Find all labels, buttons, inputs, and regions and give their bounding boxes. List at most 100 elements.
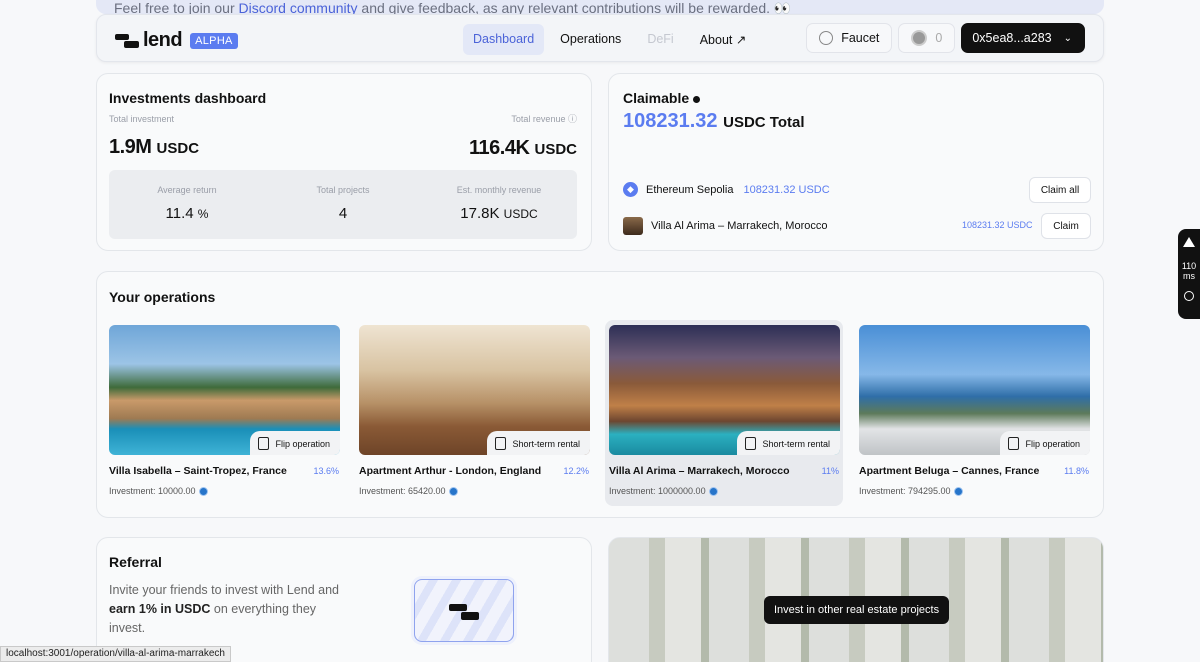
usdc-icon [198,486,208,496]
claim-row-property: Villa Al Arima – Marrakech, Morocco [623,217,827,235]
network-name: Ethereum Sepolia [646,183,734,196]
stat-label: Total projects [316,185,370,195]
faucet-label: Faucet [841,31,880,45]
claim-row-network: ◆ Ethereum Sepolia 108231.32 USDC [623,182,830,197]
claim-all-button[interactable]: Claim all [1029,177,1091,203]
operation-investment: Investment: 1000000.00 [609,486,718,496]
info-icon[interactable] [693,95,701,103]
operation-image: Short-term rental [609,325,840,455]
faucet-button[interactable]: Faucet [806,23,893,53]
ethereum-icon: ◆ [623,182,638,197]
stat-label: Est. monthly revenue [456,185,542,195]
status-bar-url: localhost:3001/operation/villa-al-arima-… [0,646,231,662]
operation-type-badge: Short-term rental [487,431,590,455]
referral-title: Referral [109,554,162,570]
devtools-widget[interactable]: 110 ms [1178,229,1200,319]
operation-type: Short-term rental [762,438,830,449]
devtools-value: 110 [1181,261,1197,271]
operation-investment: Investment: 65420.00 [359,486,458,496]
discord-link[interactable]: Discord community [239,0,358,14]
operation-yield: 12.2% [563,466,589,476]
operation-type-badge: Flip operation [1000,431,1090,455]
total-revenue-value: 116.4K [469,137,530,159]
devtools-unit: ms [1183,271,1195,281]
info-icon[interactable]: ⓘ [568,114,577,124]
points-button[interactable]: 0 [898,23,956,53]
total-investment: Total investment 1.9M USDC [109,114,199,159]
wallet-address: 0x5ea8...a283 [972,31,1052,45]
operation-title: Villa Isabella – Saint-Tropez, France [109,465,287,477]
operation-title: Apartment Beluga – Cannes, France [859,465,1040,477]
property-thumbnail [623,217,643,235]
stat-value: 11.4 [165,205,194,222]
points-value: 0 [935,31,943,45]
stats-panel: Average return 11.4 % Total projects 4 E… [109,170,577,239]
referral-description: Invite your friends to invest with Lend … [109,583,339,635]
dashboard-title: Investments dashboard [109,90,267,106]
stat-average-return: Average return 11.4 % [109,170,265,239]
claimable-total-value: 108231.32 [623,110,718,132]
document-icon [1008,437,1020,450]
lend-logo-icon [115,33,139,48]
operation-investment: Investment: 10000.00 [109,486,208,496]
operation-title: Villa Al Arima – Marrakech, Morocco [609,465,790,477]
stat-monthly-revenue: Est. monthly revenue 17.8K USDC [421,170,577,239]
nav-about[interactable]: About ↗ [690,24,757,55]
total-revenue-unit: USDC [534,141,577,158]
top-navbar: lend ALPHA Dashboard Operations DeFi Abo… [96,14,1104,62]
document-icon [495,437,507,450]
coin-icon [911,30,928,46]
network-amount: 108231.32 USDC [743,183,830,196]
invest-more-card[interactable]: Invest in other real estate projects [608,537,1104,662]
operation-image: Flip operation [109,325,340,455]
nav-dashboard[interactable]: Dashboard [463,24,545,55]
your-operations: Your operations Flip operation Villa Isa… [96,271,1104,518]
document-icon [258,437,270,450]
investments-dashboard: Investments dashboard Total investment 1… [96,73,592,251]
operation-title: Apartment Arthur - London, England [359,465,542,477]
nav-operations[interactable]: Operations [550,24,631,55]
operation-image: Flip operation [859,325,1090,455]
invest-more-button[interactable]: Invest in other real estate projects [764,596,950,624]
referral-card: Referral Invite your friends to invest w… [96,537,592,662]
operation-card[interactable]: Flip operation Villa Isabella – Saint-Tr… [105,320,343,506]
operation-type: Short-term rental [512,438,580,449]
total-revenue-label: Total revenue [511,114,566,124]
total-revenue: Total revenue ⓘ 116.4K USDC [469,112,577,160]
operation-card[interactable]: Short-term rental Villa Al Arima – Marra… [605,320,843,506]
stat-value: 4 [338,205,348,222]
total-investment-unit: USDC [156,140,200,157]
usdc-icon [953,486,963,496]
operation-yield: 13.6% [313,466,339,476]
crosshair-icon [1184,291,1194,301]
lend-logo[interactable]: lend ALPHA [115,29,238,52]
total-investment-value: 1.9M [109,136,152,158]
triangle-icon [1183,237,1195,247]
alpha-badge: ALPHA [190,32,238,49]
header-actions: Faucet 0 0x5ea8...a283 ⌄ [806,23,1085,53]
claimable-title: Claimable [623,90,690,106]
claimable-total-unit: USDC Total [723,114,805,131]
stat-unit: % [197,207,209,221]
usdc-icon [708,486,718,496]
claim-button[interactable]: Claim [1041,213,1091,239]
operation-card[interactable]: Flip operation Apartment Beluga – Cannes… [855,320,1093,506]
chevron-down-icon: ⌄ [1063,32,1072,44]
operation-investment: Investment: 794295.00 [859,486,963,496]
banner-text-end: and give feedback, as any relevant contr… [357,0,792,14]
referral-card-illustration [414,579,514,642]
announcement-banner: Feel free to join our Discord community … [96,0,1104,14]
nav-defi[interactable]: DeFi [637,24,683,55]
wallet-button[interactable]: 0x5ea8...a283 ⌄ [961,23,1085,53]
operation-type: Flip operation [275,438,330,449]
property-name: Villa Al Arima – Marrakech, Morocco [651,220,828,232]
operation-type-badge: Short-term rental [737,431,840,455]
stat-total-projects: Total projects 4 [265,170,421,239]
claimable-total: 108231.32 USDC Total [623,110,805,133]
logo-text: lend [143,29,183,51]
stat-value: 17.8K [460,205,500,222]
document-icon [745,437,757,450]
operation-yield: 11% [821,466,839,476]
lend-logo-icon [449,604,479,620]
operation-card[interactable]: Short-term rental Apartment Arthur - Lon… [355,320,593,506]
